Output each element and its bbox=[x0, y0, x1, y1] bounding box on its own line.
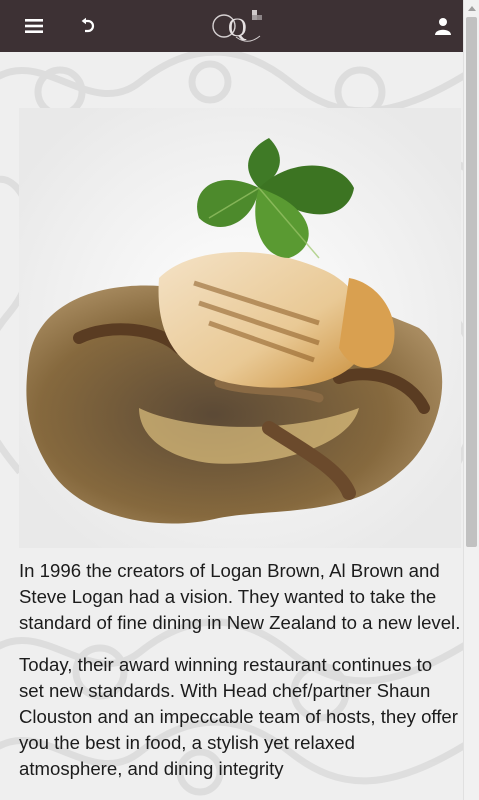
top-app-bar: Q bbox=[0, 0, 463, 52]
user-profile-icon bbox=[435, 18, 451, 35]
user-profile-button[interactable] bbox=[427, 10, 459, 42]
vertical-scrollbar[interactable] bbox=[463, 0, 479, 800]
back-button[interactable] bbox=[72, 10, 104, 42]
brand-logo[interactable]: Q bbox=[208, 6, 268, 46]
undo-back-icon bbox=[81, 17, 95, 33]
article-body: In 1996 the creators of Logan Brown, Al … bbox=[19, 558, 461, 798]
article-paragraph-2: Today, their award winning restaurant co… bbox=[19, 654, 458, 779]
scrollbar-thumb[interactable] bbox=[466, 17, 477, 547]
article-paragraph-1: In 1996 the creators of Logan Brown, Al … bbox=[19, 560, 461, 633]
scroll-up-arrow-icon[interactable] bbox=[464, 0, 479, 16]
hamburger-menu-icon bbox=[25, 19, 43, 33]
hero-food-image bbox=[19, 108, 461, 548]
menu-button[interactable] bbox=[18, 10, 50, 42]
content-area[interactable]: In 1996 the creators of Logan Brown, Al … bbox=[0, 52, 463, 800]
